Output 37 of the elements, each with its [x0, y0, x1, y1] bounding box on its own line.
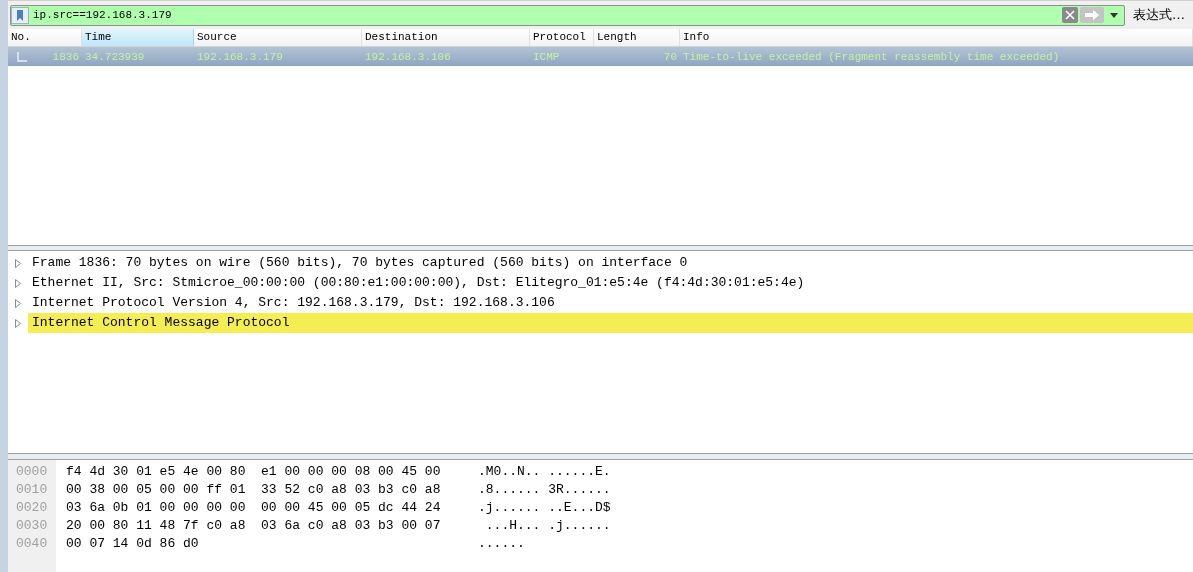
- ascii-bytes: .j...... ..E...D$: [478, 499, 611, 517]
- table-cell-text: Time-to-live exceeded (Fragment reassembly time exceeded): [682, 50, 1061, 63]
- tree-item[interactable]: Internet Protocol Version 4, Src: 192.168.3.179, Dst: 192.168.3.106: [28, 293, 1193, 313]
- byte-offset: 0000: [15, 463, 49, 481]
- table-cell-text: 192.168.3.106: [364, 50, 452, 63]
- column-header[interactable]: Length: [594, 29, 680, 46]
- hex-bytes: 03 6a 0b 01 00 00 00 00 00 00 45 00 05 dc 44 24: [66, 499, 442, 517]
- hex-bytes: f4 4d 30 01 e5 4e 00 80 e1 00 00 00 08 00 45 00: [66, 463, 442, 481]
- table-cell-text: 192.168.3.179: [196, 50, 284, 63]
- ascii-bytes: ...H... .j......: [484, 517, 611, 535]
- column-header[interactable]: Protocol: [530, 29, 594, 46]
- hex-bytes: 20 00 80 11 48 7f c0 a8 03 6a c0 a8 03 b3 00 07: [66, 517, 442, 535]
- filter-input[interactable]: ip.src==192.168.3.179: [29, 6, 1062, 24]
- byte-offset: 0020: [15, 499, 49, 517]
- bookmark-icon[interactable]: [11, 6, 29, 24]
- ascii-bytes: .M0..N.. ......E.: [478, 463, 611, 481]
- column-header[interactable]: Destination: [362, 29, 530, 46]
- clear-icon[interactable]: [1062, 7, 1078, 23]
- byte-offset: 0040: [15, 535, 49, 553]
- ascii-bytes: ......: [478, 535, 525, 553]
- table-cell-text: 34.723939: [84, 50, 146, 63]
- hex-bytes: 00 38 00 05 00 00 ff 01 33 52 c0 a8 03 b3 c0 a8: [66, 481, 442, 499]
- tree-item[interactable]: Internet Control Message Protocol: [28, 313, 1193, 333]
- byte-offset: 0030: [15, 517, 49, 535]
- tree-item[interactable]: Ethernet II, Src: Stmicroe_00:00:00 (00:80:e1:00:00:00), Dst: Elitegro_01:e5:4e (f4:4d:30:01:e5:4e): [28, 273, 1193, 293]
- ascii-bytes: .8...... 3R......: [478, 481, 611, 499]
- byte-offset: 0010: [15, 481, 49, 499]
- column-header[interactable]: Info: [680, 29, 1193, 46]
- column-header[interactable]: Source: [194, 29, 362, 46]
- column-header[interactable]: Time: [82, 29, 194, 46]
- hex-bytes: 00 07 14 0d 86 d0: [66, 535, 200, 553]
- expression-button[interactable]: 表达式…: [1131, 6, 1187, 24]
- display-filter-field[interactable]: ip.src==192.168.3.179: [10, 4, 1125, 26]
- table-cell-text: ICMP: [532, 50, 561, 63]
- table-cell-text: 70: [662, 50, 678, 63]
- table-cell: 1836: [52, 50, 79, 63]
- tree-item[interactable]: Frame 1836: 70 bytes on wire (560 bits), 70 bytes captured (560 bits) on interface 0: [28, 253, 1193, 273]
